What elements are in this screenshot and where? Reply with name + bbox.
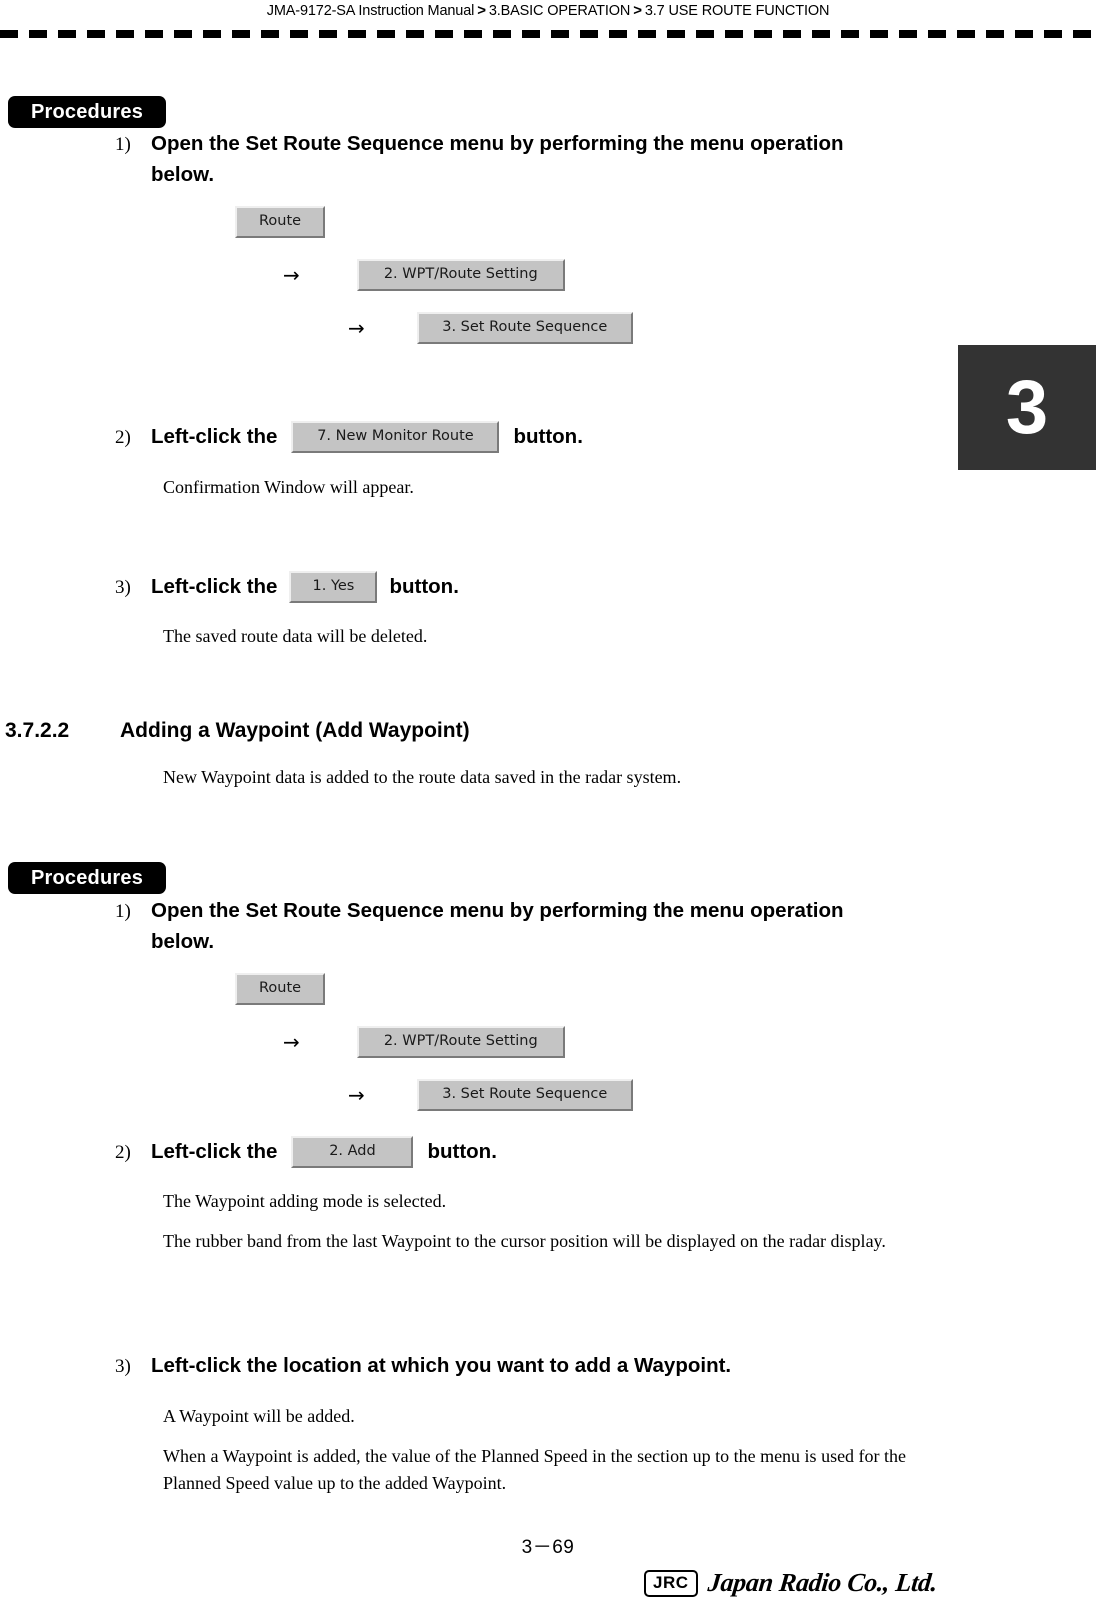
header-section: 3.7 USE ROUTE FUNCTION: [644, 3, 830, 19]
section1-step-1: 1) Open the Set Route Sequence menu by p…: [115, 128, 905, 190]
section2-menu-level3-row: → 3. Set Route Sequence: [348, 1079, 633, 1111]
step-prefix-label: Left-click the: [151, 574, 278, 598]
chapter-tab: 3: [958, 345, 1096, 470]
section1-menu-level3-row: → 3. Set Route Sequence: [348, 312, 633, 344]
section2-step2-note-1: The Waypoint adding mode is selected.: [163, 1191, 447, 1211]
step-suffix-label: button.: [427, 1139, 497, 1163]
section1-step3-note: The saved route data will be deleted.: [163, 626, 428, 646]
step-suffix-label: button.: [389, 574, 459, 598]
step-number: 2): [115, 426, 131, 448]
add-button[interactable]: 2. Add: [291, 1136, 414, 1168]
section-title: Adding a Waypoint (Add Waypoint): [120, 719, 470, 742]
step-number: 3): [115, 576, 131, 598]
step-number: 2): [115, 1141, 131, 1163]
arrow-right-icon: →: [348, 315, 365, 340]
section2-menu-level2-row: → 2. WPT/Route Setting: [283, 1026, 565, 1058]
step-prefix-label: Left-click the: [151, 1139, 278, 1163]
step-label: Open the Set Route Sequence menu by perf…: [151, 132, 844, 186]
header-manual-title: JMA-9172-SA Instruction Manual: [266, 3, 475, 19]
section2-menu-root-row: Route: [235, 973, 325, 1005]
arrow-right-icon: →: [283, 262, 300, 287]
yes-button[interactable]: 1. Yes: [289, 571, 378, 603]
header-chapter: 3.BASIC OPERATION: [488, 3, 631, 19]
header-dashed-divider: [0, 30, 1096, 38]
wpt-route-setting-menu-button[interactable]: 2. WPT/Route Setting: [356, 1026, 565, 1058]
section2-step-3: 3) Left-click the location at which you …: [115, 1350, 935, 1381]
route-menu-button[interactable]: Route: [235, 973, 325, 1005]
section1-menu-level2-row: → 2. WPT/Route Setting: [283, 259, 565, 291]
section2-step-2: 2) Left-click the 2. Add button.: [115, 1136, 497, 1168]
arrow-right-icon: →: [283, 1029, 300, 1054]
new-monitor-route-button[interactable]: 7. New Monitor Route: [291, 421, 500, 453]
procedures-badge-2: Procedures: [8, 862, 166, 894]
set-route-sequence-menu-button[interactable]: 3. Set Route Sequence: [416, 312, 633, 344]
section2-step3-note-1: A Waypoint will be added.: [163, 1406, 355, 1426]
jrc-mark-icon: JRC: [644, 1570, 698, 1597]
section2-intro-text: New Waypoint data is added to the route …: [163, 767, 682, 787]
jrc-company-name: Japan Radio Co., Ltd.: [706, 1568, 939, 1598]
arrow-right-icon: →: [348, 1082, 365, 1107]
section2-step3-note-2: When a Waypoint is added, the value of t…: [163, 1446, 907, 1493]
page-header: JMA-9172-SA Instruction Manual >3.BASIC O…: [0, 0, 1096, 22]
set-route-sequence-menu-button[interactable]: 3. Set Route Sequence: [416, 1079, 633, 1111]
procedures-badge-1: Procedures: [8, 96, 166, 128]
step-prefix-label: Left-click the: [151, 424, 278, 448]
step-number: 3): [115, 1356, 131, 1377]
route-menu-button[interactable]: Route: [235, 206, 325, 238]
section1-menu-root-row: Route: [235, 206, 325, 238]
section1-step2-note: Confirmation Window will appear.: [163, 477, 414, 497]
section-heading-3-7-2-2: 3.7.2.2 Adding a Waypoint (Add Waypoint): [5, 719, 470, 743]
step-number: 1): [115, 901, 131, 922]
header-separator-1: >: [477, 2, 486, 19]
section-number: 3.7.2.2: [5, 719, 70, 742]
wpt-route-setting-menu-button[interactable]: 2. WPT/Route Setting: [356, 259, 565, 291]
jrc-logo: JRC Japan Radio Co., Ltd.: [644, 1568, 939, 1598]
step-number: 1): [115, 134, 131, 155]
section1-step-2: 2) Left-click the 7. New Monitor Route b…: [115, 421, 583, 453]
footer-page-number: 3－69: [521, 1537, 575, 1558]
section2-step-1: 1) Open the Set Route Sequence menu by p…: [115, 895, 905, 957]
step-label: Open the Set Route Sequence menu by perf…: [151, 899, 844, 953]
header-separator-2: >: [633, 2, 642, 19]
section2-step2-note-2: The rubber band from the last Waypoint t…: [163, 1231, 886, 1251]
section1-step-3: 3) Left-click the 1. Yes button.: [115, 571, 459, 603]
step-label: Left-click the location at which you wan…: [151, 1354, 732, 1377]
step-suffix-label: button.: [513, 424, 583, 448]
